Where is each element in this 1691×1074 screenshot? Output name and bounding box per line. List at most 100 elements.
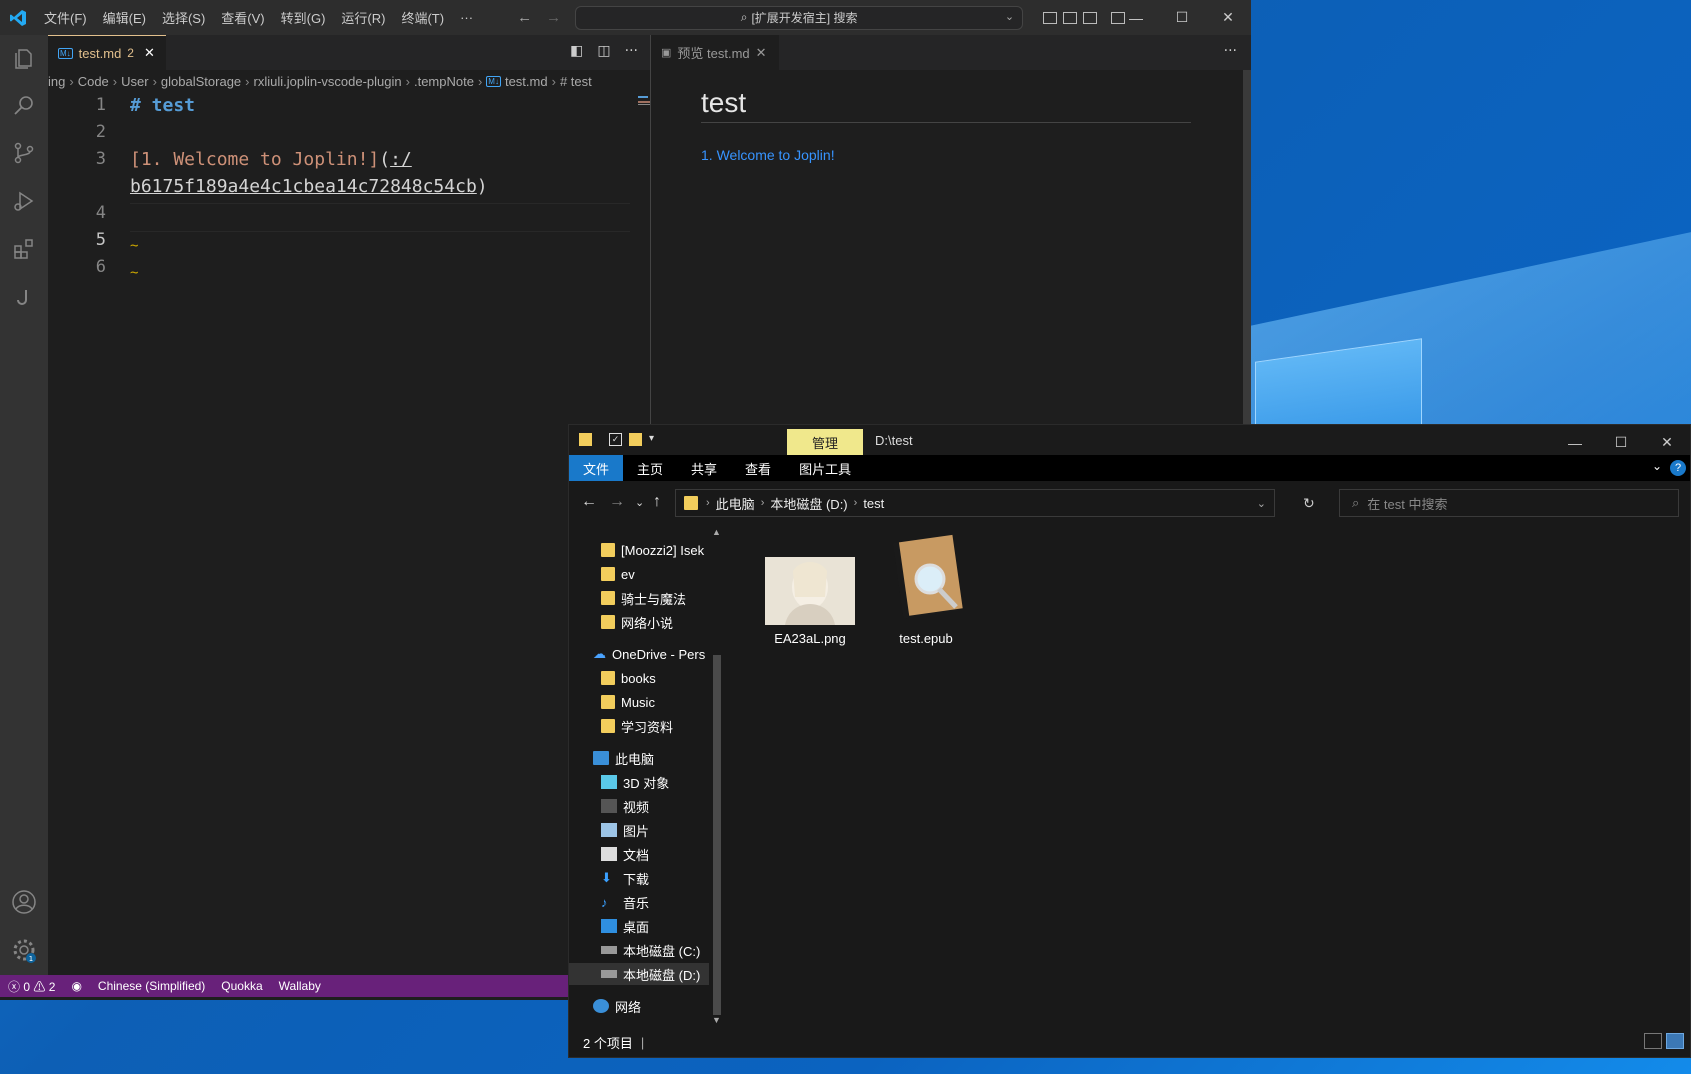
explorer-icon[interactable] [10,45,38,73]
ribbon-tab-file[interactable]: 文件 [569,455,624,481]
problems-indicator[interactable]: ⓧ 0 ⚠ 2 [0,978,63,995]
file-item[interactable]: EA23aL.png [755,557,865,646]
status-language[interactable]: Chinese (Simplified) [90,979,213,993]
status-quokka[interactable]: Quokka [213,979,270,993]
menu-go[interactable]: 转到(G) [273,8,334,27]
nav-documents[interactable]: 文档 [601,843,649,865]
nav-folder[interactable]: 骑士与魔法 [601,587,686,609]
nav-drive-c[interactable]: 本地磁盘 (C:) [601,939,700,961]
customize-toolbar-icon[interactable]: ▾ [649,433,662,446]
address-bar[interactable]: › 此电脑 › 本地磁盘 (D:) › test ⌄ [675,489,1275,517]
breadcrumb-item[interactable]: User [121,74,148,89]
nav-network[interactable]: 网络 [593,995,641,1017]
nav-3d-objects[interactable]: 3D 对象 [601,771,669,793]
toggle-primary-sidebar-icon[interactable] [1043,11,1058,24]
nav-pictures[interactable]: 图片 [601,819,649,841]
ribbon-tab-picture-tools[interactable]: 图片工具 [785,455,865,481]
forward-arrow-icon[interactable]: → [609,493,625,511]
close-icon[interactable]: ✕ [756,45,767,61]
menu-run[interactable]: 运行(R) [333,8,393,27]
nav-folder[interactable]: books [601,667,656,689]
address-crumb[interactable]: 本地磁盘 (D:) [764,494,853,513]
search-input[interactable]: ⌕ 在 test 中搜索 [1339,489,1679,517]
breadcrumb-item[interactable]: .tempNote [414,74,474,89]
chevron-down-icon[interactable]: ⌄ [1005,10,1014,23]
nav-drive-d[interactable]: 本地磁盘 (D:) [569,963,709,985]
toggle-panel-icon[interactable] [1063,11,1078,24]
menu-more[interactable]: ··· [452,10,481,25]
ribbon-tab-share[interactable]: 共享 [677,455,731,481]
vscode-logo-icon[interactable] [0,0,36,35]
menu-terminal[interactable]: 终端(T) [393,8,452,27]
status-wallaby[interactable]: Wallaby [271,979,329,993]
scrollbar-thumb[interactable] [713,655,721,1015]
manage-context-tab[interactable]: 管理 [787,429,863,455]
menu-file[interactable]: 文件(F) [36,8,95,27]
nav-this-pc[interactable]: 此电脑 [593,747,654,769]
file-item[interactable]: test.epub [871,533,981,646]
properties-icon[interactable]: ✓ [609,433,622,446]
nav-desktop[interactable]: 桌面 [601,915,649,937]
nav-videos[interactable]: 视频 [601,795,649,817]
account-icon[interactable] [10,888,38,916]
breadcrumb-item[interactable]: # test [560,74,592,89]
nav-music[interactable]: ♪ 音乐 [601,891,649,913]
open-preview-to-side-icon[interactable]: ◧ [570,43,583,59]
navigation-scrollbar[interactable]: ▲ ▼ [710,525,724,1027]
source-control-icon[interactable] [10,139,38,167]
menu-selection[interactable]: 选择(S) [154,8,213,27]
breadcrumb-item[interactable]: globalStorage [161,74,241,89]
chevron-down-icon[interactable]: ⌄ [1257,497,1266,510]
folder-icon[interactable] [579,433,592,446]
run-debug-icon[interactable] [10,187,38,215]
maximize-button[interactable]: ☐ [1159,0,1205,35]
large-icons-view-icon[interactable] [1666,1033,1684,1049]
minimize-button[interactable]: — [1113,0,1159,35]
link-url[interactable]: b6175f189a4e4c1cbea14c72848c54cb [130,176,477,197]
breadcrumb-item[interactable]: ing [48,74,65,89]
eye-icon[interactable]: ◉ [63,979,89,993]
breadcrumb-item[interactable]: rxliuli.joplin-vscode-plugin [254,74,402,89]
back-arrow-icon[interactable]: ← [581,493,597,511]
nav-downloads[interactable]: ⬇ 下载 [601,867,649,889]
nav-folder[interactable]: Music [601,691,655,713]
nav-folder[interactable]: 学习资料 [601,715,673,737]
new-folder-icon[interactable] [629,433,642,446]
menu-edit[interactable]: 编辑(E) [95,8,154,27]
scroll-up-icon[interactable]: ▲ [712,527,721,537]
close-icon[interactable]: ✕ [144,45,155,61]
nav-onedrive[interactable]: ☁ OneDrive - Pers [593,643,705,665]
details-view-icon[interactable] [1644,1033,1662,1049]
more-actions-icon[interactable]: ··· [1224,43,1237,59]
address-crumb[interactable]: 此电脑 [710,494,761,513]
more-actions-icon[interactable]: ··· [625,43,638,59]
search-icon[interactable] [10,91,38,119]
toggle-secondary-sidebar-icon[interactable] [1083,11,1098,24]
preview-scrollbar[interactable] [1243,70,1251,460]
tab-preview-test-md[interactable]: ▣ 预览 test.md ✕ [651,35,779,70]
address-crumb[interactable]: test [857,496,890,511]
menu-view[interactable]: 查看(V) [213,8,272,27]
settings-gear-icon[interactable]: 1 [10,936,38,964]
refresh-icon[interactable]: ↻ [1303,495,1315,512]
breadcrumb-item[interactable]: Code [78,74,109,89]
ribbon-tab-view[interactable]: 查看 [731,455,785,481]
scroll-down-icon[interactable]: ▼ [712,1015,721,1025]
code-editor[interactable]: 1 # test 2 3 [1. Welcome to Joplin!](:/ b6… [48,92,638,281]
chevron-down-icon[interactable]: ⌄ [1652,459,1662,473]
preview-link[interactable]: 1. Welcome to Joplin! [701,147,835,163]
joplin-icon[interactable] [10,283,38,311]
forward-arrow-icon[interactable]: → [546,9,561,26]
help-icon[interactable]: ? [1670,460,1686,476]
recent-locations-icon[interactable]: ⌄ [635,496,644,509]
breadcrumb-item[interactable]: test.md [505,74,548,89]
nav-folder[interactable]: ev [601,563,635,585]
extensions-icon[interactable] [10,235,38,263]
link-url[interactable]: :/ [390,149,412,170]
split-editor-icon[interactable]: ◫ [597,43,610,59]
close-button[interactable]: ✕ [1205,0,1251,35]
nav-folder[interactable]: 网络小说 [601,611,673,633]
command-center-search[interactable]: ⌕ [扩展开发宿主] 搜索 ⌄ [575,5,1024,30]
tab-test-md[interactable]: M↓ test.md 2 ✕ [48,35,166,70]
up-arrow-icon[interactable]: ↑ [653,493,661,511]
